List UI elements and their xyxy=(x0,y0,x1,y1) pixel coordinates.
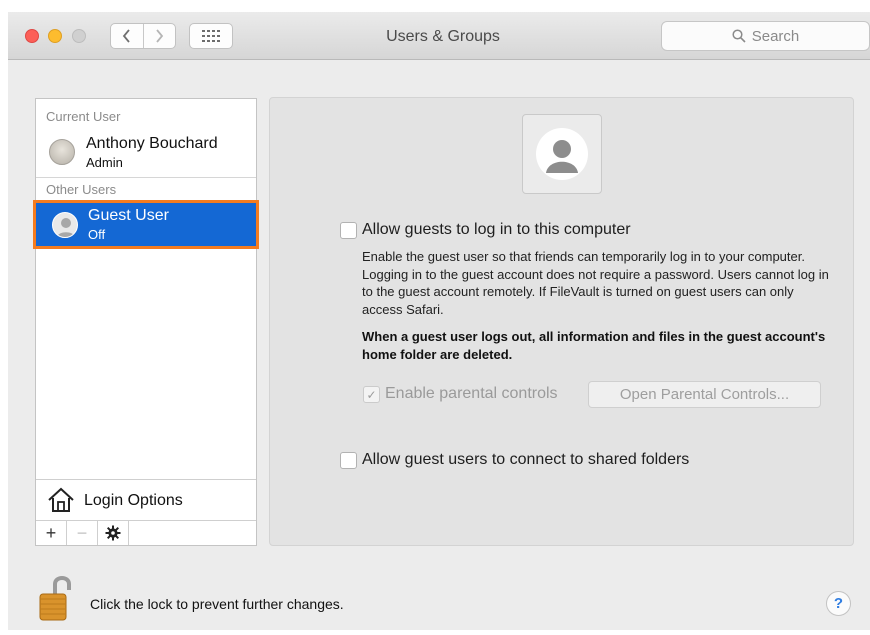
lock-message: Click the lock to prevent further change… xyxy=(90,596,344,612)
user-picture[interactable] xyxy=(522,114,602,194)
minimize-button[interactable] xyxy=(48,29,62,43)
guest-description: Enable the guest user so that friends ca… xyxy=(362,249,829,317)
allow-guests-checkbox[interactable] xyxy=(340,222,357,239)
shared-folders-checkbox[interactable] xyxy=(340,452,357,469)
search-icon xyxy=(732,29,746,43)
users-groups-window: Users & Groups Search Current User Antho… xyxy=(8,12,870,630)
avatar xyxy=(49,139,75,165)
open-parental-controls-button[interactable]: Open Parental Controls... xyxy=(588,381,821,408)
current-user-label: Current User xyxy=(46,109,121,124)
back-button[interactable] xyxy=(111,24,143,48)
action-menu-button[interactable] xyxy=(98,521,129,545)
nav-buttons xyxy=(110,23,176,49)
guest-avatar xyxy=(52,212,78,238)
other-users-label: Other Users xyxy=(46,182,117,197)
lock-button[interactable] xyxy=(38,572,72,622)
shared-folders-label: Allow guest users to connect to shared f… xyxy=(362,451,690,468)
add-user-button[interactable]: + xyxy=(36,521,67,545)
sidebar-item-current-user[interactable]: Anthony Bouchard Admin xyxy=(36,129,256,173)
guest-warning: When a guest user logs out, all informat… xyxy=(362,329,826,362)
login-options-label: Login Options xyxy=(84,492,183,509)
login-options-item[interactable]: Login Options xyxy=(36,479,256,521)
sidebar-item-guest-user[interactable]: Guest User Off xyxy=(33,200,259,249)
titlebar: Users & Groups Search xyxy=(8,12,870,60)
grid-icon xyxy=(202,30,220,42)
users-sidebar: Current User Anthony Bouchard Admin Othe… xyxy=(33,98,259,546)
gear-icon xyxy=(105,525,121,541)
divider xyxy=(36,177,256,178)
search-placeholder: Search xyxy=(751,27,800,45)
chevron-left-icon xyxy=(122,29,130,43)
remove-user-button[interactable]: − xyxy=(67,521,98,545)
guest-user-name: Guest User xyxy=(88,207,169,224)
window-title: Users & Groups xyxy=(386,28,500,45)
search-field[interactable]: Search xyxy=(661,21,870,51)
allow-guests-label: Allow guests to log in to this computer xyxy=(362,221,631,238)
zoom-button[interactable] xyxy=(72,29,86,43)
guest-settings-panel: Allow guests to log in to this computer … xyxy=(269,97,854,546)
forward-button[interactable] xyxy=(142,24,176,48)
person-icon xyxy=(56,218,76,237)
unlocked-padlock-icon xyxy=(39,576,71,621)
person-icon xyxy=(536,128,588,180)
guest-user-status: Off xyxy=(88,227,106,242)
chevron-right-icon xyxy=(156,29,164,43)
current-user-role: Admin xyxy=(86,155,123,170)
house-icon xyxy=(48,487,74,512)
help-button[interactable]: ? xyxy=(826,591,851,616)
show-all-button[interactable] xyxy=(189,23,233,49)
parental-controls-label: Enable parental controls xyxy=(385,385,558,402)
close-button[interactable] xyxy=(25,29,39,43)
current-user-name: Anthony Bouchard xyxy=(86,135,218,152)
parental-controls-checkbox[interactable]: ✓ xyxy=(363,386,380,403)
checkmark-icon: ✓ xyxy=(366,387,377,402)
sidebar-toolbar: + − xyxy=(36,521,256,545)
